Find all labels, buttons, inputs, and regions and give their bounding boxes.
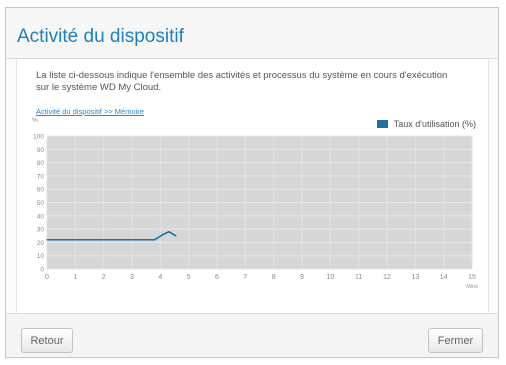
x-tick-label: 11 <box>355 274 362 281</box>
data-point <box>103 239 105 241</box>
y-tick-label: 10 <box>37 253 45 260</box>
y-tick-label: 40 <box>37 213 45 220</box>
x-tick-label: 0 <box>45 274 49 281</box>
device-activity-dialog: Activité du dispositif La liste ci-desso… <box>5 7 499 358</box>
x-tick-label: 3 <box>130 274 134 281</box>
back-button[interactable]: Retour <box>21 328 73 353</box>
x-tick-label: 5 <box>187 274 191 281</box>
x-tick-label: 10 <box>326 274 334 281</box>
data-point <box>74 239 76 241</box>
data-point <box>60 239 62 241</box>
data-point <box>145 239 147 241</box>
x-axis-unit: Mins <box>466 284 478 290</box>
data-point <box>88 239 91 241</box>
y-tick-label: 30 <box>37 227 45 234</box>
y-tick-label: 70 <box>37 173 45 180</box>
data-point <box>131 239 133 241</box>
data-point <box>175 235 177 237</box>
x-tick-label: 14 <box>440 274 448 281</box>
legend-label: Taux d'utilisation (%) <box>393 119 476 129</box>
y-tick-label: 20 <box>37 240 45 247</box>
legend-swatch <box>376 120 388 128</box>
usage-chart: 01020304050607080901000 1 2 3 4 5 6 7 8 9 10 11 12 13… <box>33 134 478 291</box>
dialog-header: Activité du dispositif <box>6 8 498 59</box>
close-button[interactable]: Fermer <box>428 328 483 353</box>
y-tick-label: 100 <box>33 134 44 141</box>
y-tick-label: 0 <box>40 267 44 274</box>
y-tick-label: 50 <box>37 200 45 207</box>
data-point <box>117 239 119 241</box>
x-tick-label: 8 <box>272 274 276 281</box>
x-tick-label: 12 <box>383 274 391 281</box>
x-tick-label: 7 <box>243 274 247 281</box>
breadcrumb-link[interactable]: Activité du dispositif >> Mémoire <box>36 107 144 116</box>
y-tick-label: 90 <box>37 147 45 154</box>
dialog-content: La liste ci-dessous indique l'ensemble d… <box>16 59 489 313</box>
x-tick-label: 1 <box>73 274 77 281</box>
y-tick-label: 60 <box>37 187 45 194</box>
x-tick-label: 2 <box>102 274 106 281</box>
chart-legend: Taux d'utilisation (%) <box>376 119 476 129</box>
dialog-footer: Retour Fermer <box>6 313 498 357</box>
dialog-title: Activité du dispositif <box>17 26 184 47</box>
y-axis-unit: % <box>32 117 38 124</box>
description-text: La liste ci-dessous indique l'ensemble d… <box>36 70 448 93</box>
x-tick-label: 6 <box>215 274 219 281</box>
data-point <box>162 233 164 236</box>
x-tick-label: 15 <box>468 274 476 281</box>
data-point <box>46 239 48 241</box>
data-point <box>168 231 170 233</box>
y-tick-label: 80 <box>37 160 45 167</box>
x-tick-label: 13 <box>411 274 419 281</box>
x-tick-label: 4 <box>158 274 162 281</box>
data-point <box>154 239 156 241</box>
x-tick-label: 9 <box>300 274 304 281</box>
